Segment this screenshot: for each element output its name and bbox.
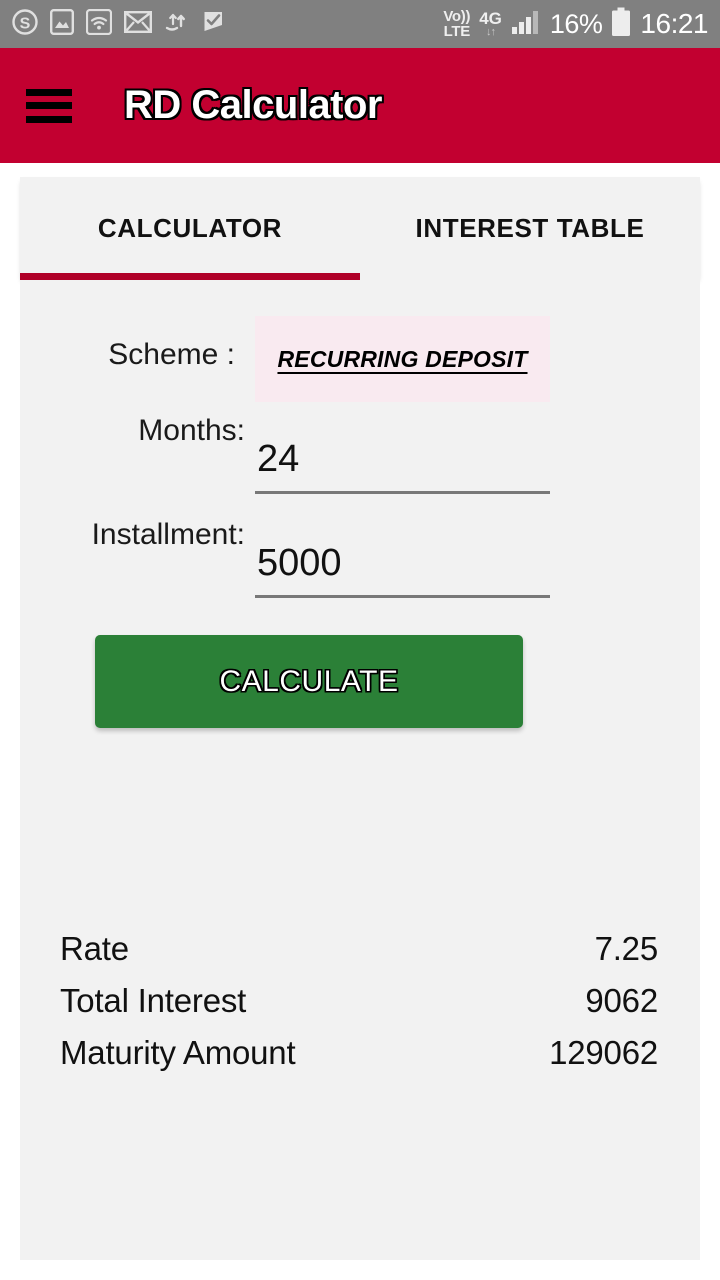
volte-top-label: Vo)): [443, 8, 471, 25]
app-bar: RD Calculator: [0, 48, 720, 163]
tab-interest-table[interactable]: INTEREST TABLE: [360, 177, 700, 280]
maturity-amount-value: 129062: [549, 1034, 658, 1071]
signal-bars-icon: [511, 9, 541, 40]
data-transfer-icon: [164, 9, 190, 40]
tab-calculator[interactable]: CALCULATOR: [20, 177, 360, 280]
months-label: Months:: [138, 414, 245, 447]
tab-active-indicator: [20, 273, 360, 280]
calculate-button[interactable]: CALCULATE: [95, 635, 523, 728]
installment-input[interactable]: [255, 536, 550, 598]
scheme-value: RECURRING DEPOSIT: [277, 345, 528, 372]
skype-icon: S: [12, 8, 38, 40]
results-section: Rate 7.25 Total Interest 9062 Maturity A…: [60, 930, 658, 1086]
total-interest-label: Total Interest: [60, 982, 247, 1019]
image-icon: [50, 8, 75, 40]
hamburger-menu-icon[interactable]: [26, 88, 72, 123]
status-bar-left-icons: S: [12, 8, 226, 40]
battery-percent-label: 16%: [549, 8, 603, 39]
status-bar: S Vo)) LTE 4G ↓↑ 16% 16:21: [0, 0, 720, 48]
network-type-label: 4G: [479, 9, 502, 28]
mail-icon: [124, 10, 153, 38]
network-arrows-icon: ↓↑: [486, 26, 496, 38]
maturity-amount-label: Maturity Amount: [60, 1034, 296, 1071]
calculator-form: Scheme : RECURRING DEPOSIT Months: Insta…: [20, 280, 700, 1260]
clock-label: 16:21: [640, 8, 708, 39]
months-input[interactable]: [255, 432, 550, 494]
tab-bar: CALCULATOR INTEREST TABLE: [20, 177, 700, 280]
total-interest-value: 9062: [585, 982, 658, 1019]
content-card: CALCULATOR INTEREST TABLE Scheme : RECUR…: [20, 177, 700, 1260]
hamburger-bar-1: [26, 88, 72, 96]
checkmark-flag-icon: [202, 9, 226, 40]
hamburger-bar-2: [26, 102, 72, 109]
app-title: RD Calculator: [124, 83, 383, 127]
battery-icon: [611, 7, 631, 42]
volte-bottom-label: LTE: [443, 23, 471, 40]
svg-text:S: S: [20, 15, 31, 32]
rate-label: Rate: [60, 930, 129, 967]
status-bar-right-indicators: Vo)) LTE 4G ↓↑ 16% 16:21: [443, 7, 708, 42]
scheme-selector[interactable]: RECURRING DEPOSIT: [255, 316, 550, 402]
scheme-label: Scheme :: [108, 338, 235, 371]
rate-value: 7.25: [594, 930, 659, 967]
network-type-indicator: 4G ↓↑: [479, 10, 502, 38]
result-row-total-interest: Total Interest 9062: [60, 982, 658, 1034]
wifi-icon: [85, 8, 113, 40]
hamburger-bar-3: [26, 115, 72, 123]
installment-label: Installment:: [91, 518, 245, 551]
result-row-maturity-amount: Maturity Amount 129062: [60, 1034, 658, 1086]
result-row-rate: Rate 7.25: [60, 930, 658, 982]
volte-icon: Vo)) LTE: [443, 9, 470, 39]
